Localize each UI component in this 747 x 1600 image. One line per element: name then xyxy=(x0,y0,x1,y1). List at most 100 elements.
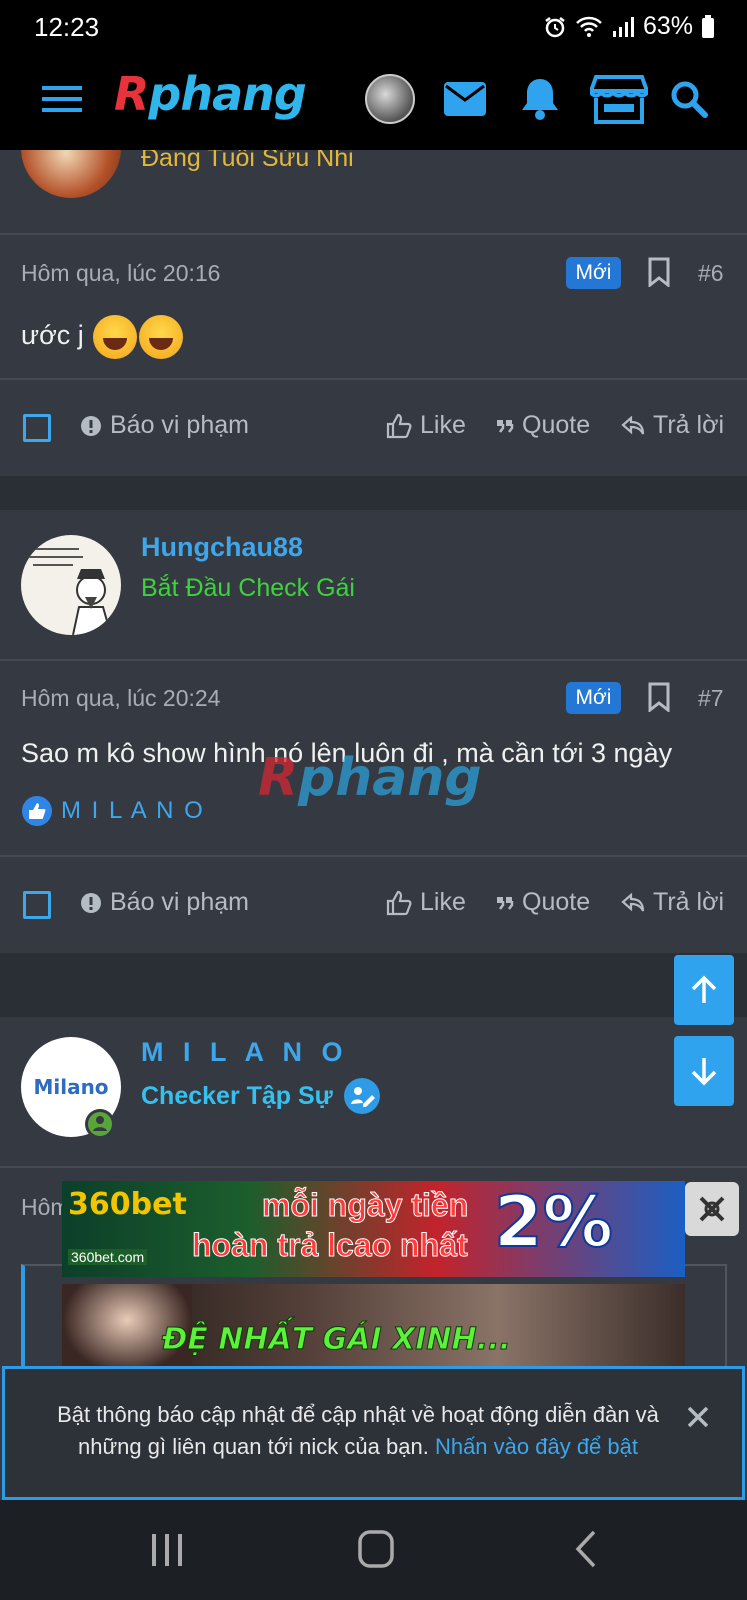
ad-close-button[interactable] xyxy=(685,1182,739,1236)
ad-domain: 360bet.com xyxy=(68,1249,148,1265)
status-time: 12:23 xyxy=(34,12,100,42)
account-button[interactable] xyxy=(363,69,417,129)
thread-content: Đang Tuổi Sửu Nhi Hôm qua, lúc 20:16 Mới… xyxy=(0,150,747,1500)
quote-icon xyxy=(497,419,514,433)
ad-line-2: hoàn trả lcao nhất xyxy=(192,1227,469,1264)
ad-percent: 2% xyxy=(493,1181,614,1264)
report-label: Báo vi phạm xyxy=(110,411,249,439)
post-7-user-header: Hungchau88 Bắt Đầu Check Gái xyxy=(0,510,747,660)
store-button[interactable] xyxy=(588,69,650,129)
reaction-summary[interactable]: M I L A N O xyxy=(21,795,205,827)
push-notice: Bật thông báo cập nhật để cập nhật về ho… xyxy=(2,1366,745,1500)
status-bar: 12:23 63% xyxy=(0,0,747,55)
ad-banner-2[interactable]: ĐỆ NHẤT GÁI XINH... xyxy=(62,1284,685,1374)
enable-notifications-link[interactable]: Nhấn vào đây để bật xyxy=(435,1434,638,1459)
user-avatar[interactable] xyxy=(21,150,121,198)
new-badge: Mới xyxy=(566,257,621,289)
thumbs-up-icon xyxy=(386,413,412,438)
reply-button[interactable]: Trả lời xyxy=(621,411,724,440)
post-message: ước j xyxy=(21,315,184,359)
warning-icon xyxy=(81,415,101,436)
ad-line-1: mỗi ngày tiền xyxy=(261,1187,469,1224)
quote-button[interactable]: Quote xyxy=(496,888,590,917)
post-number[interactable]: #6 xyxy=(698,260,724,287)
post-6-actions: Báo vi phạm Like Quote Trả lời xyxy=(0,380,747,476)
signal-icon xyxy=(612,16,634,37)
ad-brand: 360bet xyxy=(68,1187,187,1222)
bookmark-icon[interactable] xyxy=(648,257,670,287)
post-message: Sao m kô show hình nó lên luôn đi , mà c… xyxy=(21,738,673,768)
user-title-row: Checker Tập Sự xyxy=(141,1077,381,1115)
reply-icon xyxy=(621,415,645,434)
wifi-icon xyxy=(576,16,602,37)
ad-brand-block: 360bet 360bet.com xyxy=(68,1187,187,1271)
inbox-button[interactable] xyxy=(440,69,490,129)
post-6-body: Hôm qua, lúc 20:16 Mới #6 ước j xyxy=(0,235,747,380)
scroll-top-button[interactable] xyxy=(674,955,734,1025)
user-title: Checker Tập Sự xyxy=(141,1081,333,1110)
back-icon[interactable] xyxy=(574,1530,598,1568)
reaction-user[interactable]: M I L A N O xyxy=(61,797,205,825)
notice-close-button[interactable] xyxy=(686,1405,710,1434)
battery-percent: 63% xyxy=(642,12,693,40)
user-avatar[interactable] xyxy=(21,535,121,635)
post-time[interactable]: Hôm qua, lúc 20:16 xyxy=(21,260,220,287)
laughing-emoji-icon xyxy=(93,315,138,359)
warning-icon xyxy=(81,892,101,913)
select-checkbox[interactable] xyxy=(23,414,51,442)
post-time[interactable]: Hôm qua, lúc 20:24 xyxy=(21,685,220,712)
search-icon xyxy=(671,81,708,118)
menu-button[interactable] xyxy=(38,69,86,129)
avatar xyxy=(365,74,415,124)
username[interactable]: Hungchau88 xyxy=(141,532,303,563)
post-5-user-header: Đang Tuổi Sửu Nhi xyxy=(0,150,747,235)
post-7-actions: Báo vi phạm Like Quote Trả lời xyxy=(0,857,747,953)
quote-button[interactable]: Quote xyxy=(496,411,590,440)
username[interactable]: M I L A N O xyxy=(141,1037,349,1068)
arrow-down-icon xyxy=(691,1058,717,1086)
like-label: Like xyxy=(420,411,466,439)
report-label: Báo vi phạm xyxy=(110,888,249,916)
user-title: Đang Tuổi Sửu Nhi xyxy=(141,150,354,172)
store-icon xyxy=(590,75,648,124)
home-icon[interactable] xyxy=(358,1530,394,1568)
user-title: Bắt Đầu Check Gái xyxy=(141,574,355,602)
select-checkbox[interactable] xyxy=(23,891,51,919)
like-reaction-icon xyxy=(22,796,52,826)
ad-text: ĐỆ NHẤT GÁI XINH... xyxy=(162,1322,512,1358)
avatar-text: Milano xyxy=(33,1075,109,1099)
report-button[interactable]: Báo vi phạm xyxy=(80,411,249,440)
arrow-up-icon xyxy=(691,975,717,1003)
alerts-button[interactable] xyxy=(517,69,563,129)
system-nav-bar xyxy=(0,1500,747,1600)
quote-label: Quote xyxy=(522,888,591,916)
bookmark-icon[interactable] xyxy=(648,682,670,712)
battery-icon xyxy=(702,14,714,38)
online-status-icon xyxy=(85,1109,115,1139)
menu-icon xyxy=(42,86,82,112)
reply-icon xyxy=(621,892,645,911)
laughing-emoji-icon xyxy=(139,315,184,359)
scroll-bottom-button[interactable] xyxy=(674,1036,734,1106)
recent-apps-icon[interactable] xyxy=(150,1532,184,1568)
quote-icon xyxy=(497,896,514,910)
search-button[interactable] xyxy=(667,69,711,129)
reply-button[interactable]: Trả lời xyxy=(621,888,724,917)
thumbs-up-icon xyxy=(386,890,412,915)
like-label: Like xyxy=(420,888,466,916)
site-logo[interactable]: Rphang xyxy=(114,67,307,121)
reply-label: Trả lời xyxy=(653,888,725,916)
post-number[interactable]: #7 xyxy=(698,685,724,712)
bell-icon xyxy=(522,79,558,120)
like-button[interactable]: Like xyxy=(386,411,466,440)
close-icon xyxy=(699,1196,725,1222)
notice-text: Bật thông báo cập nhật để cập nhật về ho… xyxy=(33,1399,683,1463)
editor-badge-icon xyxy=(343,1078,380,1114)
reply-label: Trả lời xyxy=(653,411,725,439)
ad-banner-360bet[interactable]: 360bet 360bet.com mỗi ngày tiền hoàn trả… xyxy=(62,1181,685,1277)
report-button[interactable]: Báo vi phạm xyxy=(80,888,249,917)
post-8-user-header: Milano M I L A N O Checker Tập Sự xyxy=(0,1017,747,1167)
new-badge: Mới xyxy=(566,682,621,714)
like-button[interactable]: Like xyxy=(386,888,466,917)
quote-label: Quote xyxy=(522,411,591,439)
